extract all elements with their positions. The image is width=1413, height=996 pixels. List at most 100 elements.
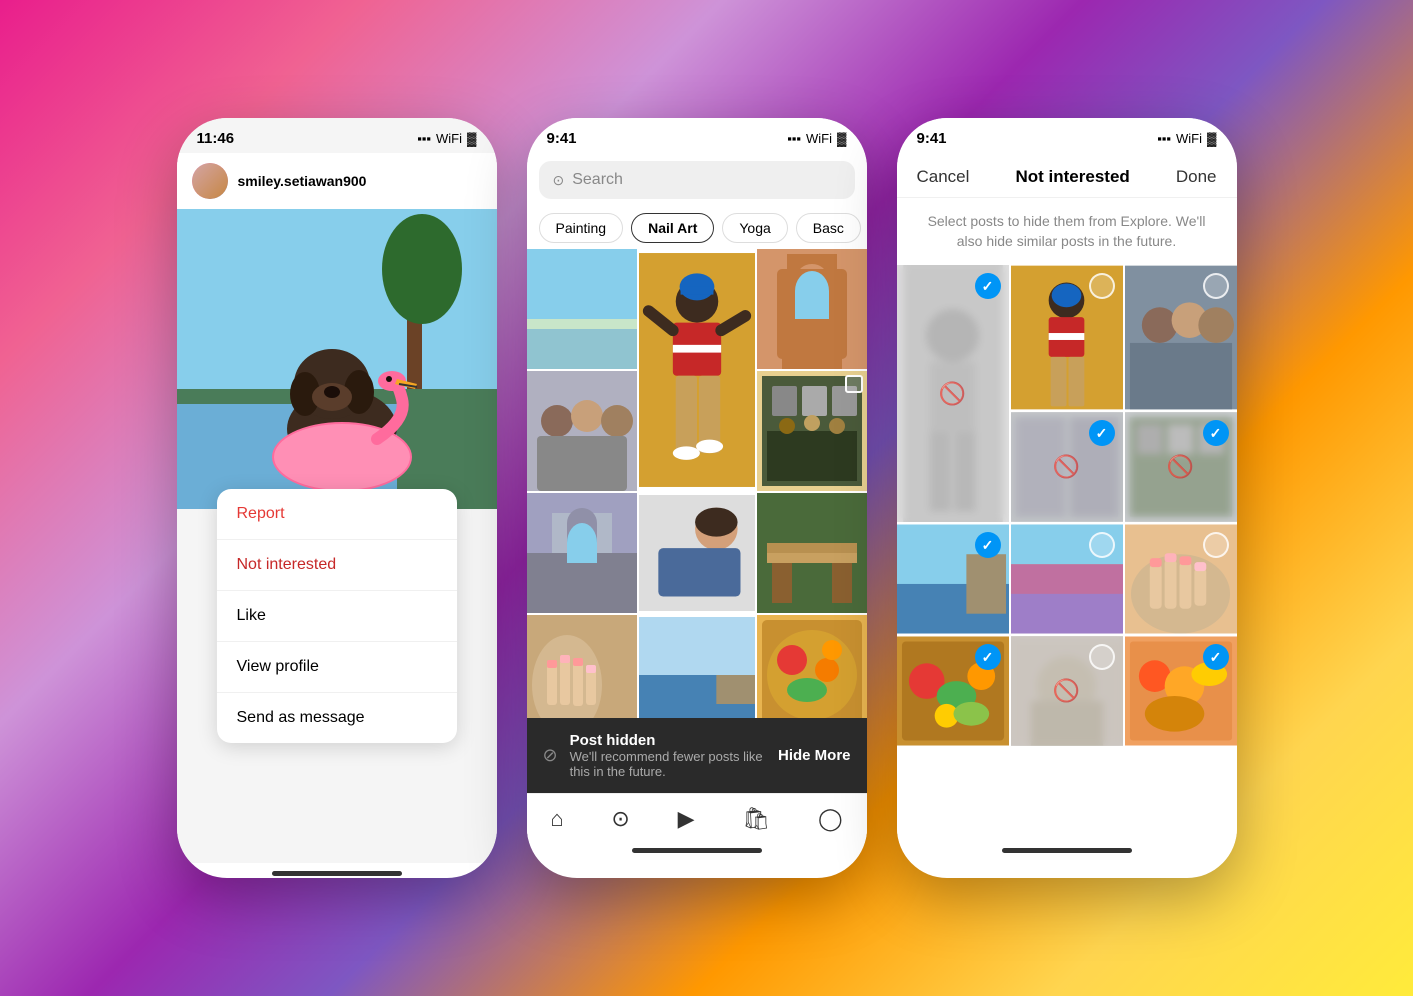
status-bar-3: 9:41 ▪▪▪ WiFi ▓ xyxy=(897,118,1237,153)
status-icons-2: ▪▪▪ WiFi ▓ xyxy=(787,131,846,146)
not-interested-header: Cancel Not interested Done xyxy=(897,153,1237,198)
toast-subtitle: We'll recommend fewer posts like this in… xyxy=(570,749,766,779)
status-bar-2: 9:41 ▪▪▪ WiFi ▓ xyxy=(527,118,867,153)
avatar xyxy=(192,163,228,199)
post-image xyxy=(177,209,497,509)
wifi-icon-3: WiFi xyxy=(1176,131,1202,146)
check-9: ✓ xyxy=(975,644,1001,670)
empty-circle-10 xyxy=(1089,644,1115,670)
grid-cell-5[interactable] xyxy=(757,371,867,491)
explore-grid: ⊘ Post hidden We'll recommend fewer post… xyxy=(527,249,867,793)
grid-img-dance-tall xyxy=(639,249,755,491)
eye-slash-icon-4: 🚫 xyxy=(1053,454,1080,480)
hidden-icon: ⊘ xyxy=(543,745,558,766)
status-bar-1: 11:46 ▪▪▪ WiFi ▓ xyxy=(177,118,497,153)
hide-more-button[interactable]: Hide More xyxy=(778,747,851,764)
status-icons-3: ▪▪▪ WiFi ▓ xyxy=(1157,131,1216,146)
checkbox-5 xyxy=(845,375,863,393)
not-interested-title: Not interested xyxy=(1015,167,1129,187)
time-3: 9:41 xyxy=(917,130,947,147)
check-5: ✓ xyxy=(1203,420,1229,446)
menu-item-not-interested[interactable]: Not interested xyxy=(217,540,457,591)
not-interested-subtitle: Select posts to hide them from Explore. … xyxy=(897,198,1237,265)
nav-search-icon[interactable]: ⊙ xyxy=(611,806,629,832)
ni-cell-3[interactable] xyxy=(1125,265,1237,410)
grid-img-9 xyxy=(527,615,637,735)
avatar-image xyxy=(192,163,228,199)
tag-nail-art[interactable]: Nail Art xyxy=(631,213,714,243)
grid-img-8 xyxy=(757,493,867,613)
phone-3: 9:41 ▪▪▪ WiFi ▓ Cancel Not interested Do… xyxy=(897,118,1237,878)
nav-home-icon[interactable]: ⌂ xyxy=(550,806,563,832)
search-bar[interactable]: ⊙ Search xyxy=(539,161,855,199)
nav-profile-icon[interactable]: ◯ xyxy=(818,806,843,832)
grid-cell-4[interactable] xyxy=(527,371,637,491)
not-interested-grid: 🚫 ✓ xyxy=(897,265,1237,840)
time-1: 11:46 xyxy=(197,130,235,147)
grid-cell-10[interactable] xyxy=(639,615,755,735)
battery-icon: ▓ xyxy=(467,131,476,146)
check-4: ✓ xyxy=(1089,420,1115,446)
phone1-content: smiley.setiawan900 xyxy=(177,153,497,863)
signal-icon-2: ▪▪▪ xyxy=(787,131,801,146)
home-indicator-1 xyxy=(272,871,402,876)
nav-reels-icon[interactable]: ▶ xyxy=(678,806,695,832)
eye-slash-icon-1: 🚫 xyxy=(939,381,966,407)
ni-cell-10[interactable]: 🚫 xyxy=(1011,636,1123,746)
empty-circle-8 xyxy=(1203,532,1229,558)
battery-icon-3: ▓ xyxy=(1207,131,1216,146)
grid-img-10 xyxy=(639,615,755,735)
grid-cell-6[interactable] xyxy=(527,493,637,613)
tag-painting[interactable]: Painting xyxy=(539,213,624,243)
grid-img-6 xyxy=(527,493,637,613)
grid-cell-8[interactable] xyxy=(757,493,867,613)
eye-slash-icon-10: 🚫 xyxy=(1053,678,1080,704)
bottom-nav: ⌂ ⊙ ▶ 🛍 ◯ xyxy=(527,793,867,840)
grid-cell-11[interactable] xyxy=(757,615,867,735)
post-hidden-toast: ⊘ Post hidden We'll recommend fewer post… xyxy=(527,718,867,793)
check-1: ✓ xyxy=(975,273,1001,299)
grid-cell-3[interactable] xyxy=(757,249,867,369)
grid-cell-2[interactable] xyxy=(639,249,755,491)
eye-slash-icon-5: 🚫 xyxy=(1167,454,1194,480)
grid-img-7 xyxy=(639,493,755,613)
ni-cell-11[interactable]: ✓ xyxy=(1125,636,1237,746)
check-6: ✓ xyxy=(975,532,1001,558)
ni-cell-1[interactable]: 🚫 ✓ xyxy=(897,265,1009,522)
grid-cell-9[interactable] xyxy=(527,615,637,735)
status-icons-1: ▪▪▪ WiFi ▓ xyxy=(417,131,476,146)
menu-item-view-profile[interactable]: View profile xyxy=(217,642,457,693)
ni-cell-7[interactable] xyxy=(1011,524,1123,634)
wifi-icon-2: WiFi xyxy=(806,131,832,146)
grid-cell-7[interactable] xyxy=(639,493,755,613)
ni-cell-2[interactable] xyxy=(1011,265,1123,410)
menu-item-report[interactable]: Report xyxy=(217,489,457,540)
tag-yoga[interactable]: Yoga xyxy=(722,213,787,243)
grid-cell-1[interactable] xyxy=(527,249,637,369)
signal-icon-3: ▪▪▪ xyxy=(1157,131,1171,146)
grid-img-4 xyxy=(527,371,637,491)
phone3-content: Cancel Not interested Done Select posts … xyxy=(897,153,1237,863)
cancel-button[interactable]: Cancel xyxy=(917,167,970,187)
ni-cell-5[interactable]: 🚫 ✓ xyxy=(1125,412,1237,522)
ni-cell-9[interactable]: ✓ xyxy=(897,636,1009,746)
home-indicator-2 xyxy=(632,848,762,853)
empty-circle-2 xyxy=(1089,273,1115,299)
search-icon: ⊙ xyxy=(553,172,565,189)
nav-shop-icon[interactable]: 🛍 xyxy=(742,806,770,832)
empty-circle-3 xyxy=(1203,273,1229,299)
ni-cell-6[interactable]: ✓ xyxy=(897,524,1009,634)
grid-img-3 xyxy=(757,249,867,369)
check-11: ✓ xyxy=(1203,644,1229,670)
empty-circle-7 xyxy=(1089,532,1115,558)
menu-item-like[interactable]: Like xyxy=(217,591,457,642)
grid-img-1 xyxy=(527,249,637,369)
done-button[interactable]: Done xyxy=(1176,167,1217,187)
time-2: 9:41 xyxy=(547,130,577,147)
ni-cell-4[interactable]: 🚫 ✓ xyxy=(1011,412,1123,522)
ni-cell-8[interactable] xyxy=(1125,524,1237,634)
wifi-icon: WiFi xyxy=(436,131,462,146)
tag-basc[interactable]: Basc xyxy=(796,213,861,243)
phone2-content: ⊙ Search Painting Nail Art Yoga Basc xyxy=(527,153,867,863)
menu-item-send-message[interactable]: Send as message xyxy=(217,693,457,743)
